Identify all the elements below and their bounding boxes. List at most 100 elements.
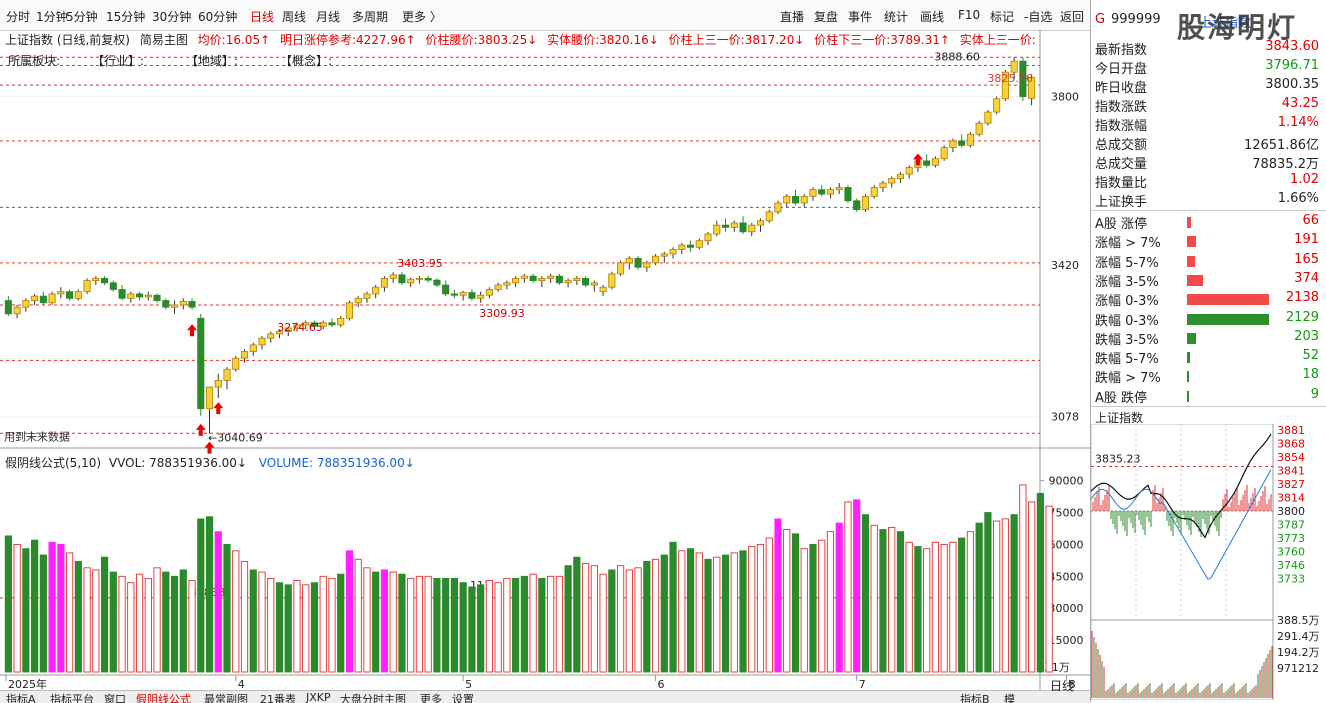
volume-bar [328, 577, 336, 673]
volume-bar [319, 575, 327, 673]
volume-bar [109, 571, 117, 673]
period-tab[interactable]: 15分钟 [106, 8, 145, 25]
candle-body [905, 167, 913, 175]
period-tab[interactable]: 5分钟 [66, 8, 98, 25]
candle-body [555, 275, 563, 284]
volume-bar [984, 512, 992, 673]
period-tab-active[interactable]: 日线 [250, 8, 274, 25]
candle-body [372, 286, 380, 295]
watchlist-button[interactable]: -自选 [1024, 8, 1052, 25]
mark-button[interactable]: 标记 [990, 8, 1014, 25]
candle-body [232, 357, 240, 370]
volume-bar [179, 569, 187, 673]
volume-bar [581, 563, 590, 673]
vvol-value: VVOL: 788351936.00↓ [108, 456, 247, 470]
mini-price-label: 3881 [1277, 424, 1305, 437]
candle-body [345, 302, 354, 319]
volume-tick-label: 15000 [1049, 634, 1084, 647]
back-button[interactable]: 返回 [1060, 8, 1084, 25]
volume-indicator-name[interactable]: 假阴线公式(5,10) [5, 456, 101, 470]
volume-bar [949, 541, 957, 673]
volume-bar [31, 539, 39, 673]
sector-concept[interactable]: 【概念】: [280, 52, 332, 69]
breadth-label: 跌幅 > 7% [1095, 371, 1161, 387]
quote-row: 最新指数 3843.60 [1095, 39, 1319, 58]
period-tab[interactable]: 60分钟 [198, 8, 237, 25]
candle-body [861, 195, 870, 211]
candle-body [389, 274, 397, 279]
indicator-tab[interactable]: 大盘分时主图 [340, 691, 406, 703]
volume-bar [721, 554, 730, 673]
breadth-bar [1187, 371, 1189, 383]
indicator-tab[interactable]: 更多 [420, 691, 442, 703]
indicator-tab[interactable]: 窗口 [104, 691, 126, 703]
live-button[interactable]: 直播 [780, 8, 804, 25]
volume-bar [485, 580, 493, 673]
indicator-tab[interactable]: 指标A [6, 691, 36, 703]
volume-bar [529, 573, 537, 673]
breadth-bar [1187, 236, 1196, 248]
indicator-tab-active[interactable]: 假阴线公式 [136, 691, 191, 703]
volume-bar [599, 573, 607, 673]
volume-tick-label: 90000 [1049, 475, 1084, 488]
period-tab[interactable]: 多周期 [352, 8, 388, 25]
candle-body [984, 111, 992, 124]
indicator-tab[interactable]: 指标B [960, 691, 990, 703]
quote-row: 昨日收盘 3800.35 [1095, 77, 1319, 96]
breadth-value: 165 [1294, 251, 1319, 267]
volume-bar [975, 522, 983, 673]
volume-bar [853, 499, 861, 673]
header-item-label: 均价: [197, 33, 226, 47]
candle-body [652, 255, 660, 264]
period-tab[interactable]: 月线 [316, 8, 340, 25]
candle-body [538, 277, 546, 281]
indicator-tabs: 指标A 指标平台 窗口 假阴线公式 最常副图 21番表 JXKP 大盘分时主图 … [0, 690, 1090, 703]
mini-volume-label: 194.2万 [1277, 646, 1320, 659]
kline-chart-area[interactable]: 3800 3420 3078 3888.60 3825.76 ←3040.69 3403.9… [0, 30, 1090, 702]
stats-button[interactable]: 统计 [884, 8, 908, 25]
chart-title: 上证指数 (日线,前复权) [5, 33, 130, 47]
sector-industry[interactable]: 【行业】: [92, 52, 144, 69]
date-tick-label: 6 [658, 678, 665, 690]
indicator-tab[interactable]: 最常副图 [204, 691, 248, 703]
more-periods-button[interactable]: 更多 〉 [402, 8, 442, 25]
volume-bar [1019, 484, 1027, 673]
indicator-tab[interactable]: JXKP [306, 691, 331, 703]
candle-body [625, 258, 633, 264]
chart-mode[interactable]: 简易主图 [140, 33, 188, 47]
draw-line-button[interactable]: 画线 [920, 8, 944, 25]
candle-body [415, 277, 423, 280]
period-tab[interactable]: 周线 [282, 8, 306, 25]
volume-bar [739, 550, 747, 673]
candle-body [818, 189, 826, 195]
indicator-tab[interactable]: 21番表 [260, 691, 296, 703]
breadth-label: 跌幅 3-5% [1095, 332, 1159, 348]
volume-bar [477, 584, 485, 673]
mini-price-label: 3800 [1277, 505, 1305, 518]
candle-body [643, 262, 651, 268]
volume-bar [83, 567, 91, 673]
kline-chart-svg[interactable]: 3800 3420 3078 3888.60 3825.76 ←3040.69 3403.9… [0, 30, 1090, 690]
f10-button[interactable]: F10 [958, 8, 980, 22]
volume-bar [1036, 492, 1044, 673]
intraday-mini-chart[interactable]: 3881386838543841382738143800378737733760… [1091, 424, 1326, 700]
candle-body [599, 286, 607, 293]
volume-bar [695, 552, 703, 673]
candle-body [57, 291, 65, 295]
period-tab[interactable]: 30分钟 [152, 8, 191, 25]
events-button[interactable]: 事件 [848, 8, 872, 25]
indicator-tab[interactable]: 指标平台 [50, 691, 94, 703]
replay-button[interactable]: 复盘 [814, 8, 838, 25]
period-tab[interactable]: 1分钟 [36, 8, 68, 25]
indicator-tab[interactable]: 设置 [452, 691, 474, 703]
quote-value: 43.25 [1281, 96, 1319, 111]
candle-body [765, 211, 773, 222]
period-tab[interactable]: 分时 [6, 8, 30, 25]
header-item-value: 3820.16↓ [599, 33, 659, 47]
candle-body [267, 333, 275, 339]
period-label[interactable]: 日线 [1050, 677, 1074, 694]
indicator-tab[interactable]: 模 [1004, 691, 1015, 703]
breadth-value: 66 [1302, 213, 1319, 228]
sector-region[interactable]: 【地域】: [186, 52, 238, 69]
volume-bar [267, 577, 275, 673]
